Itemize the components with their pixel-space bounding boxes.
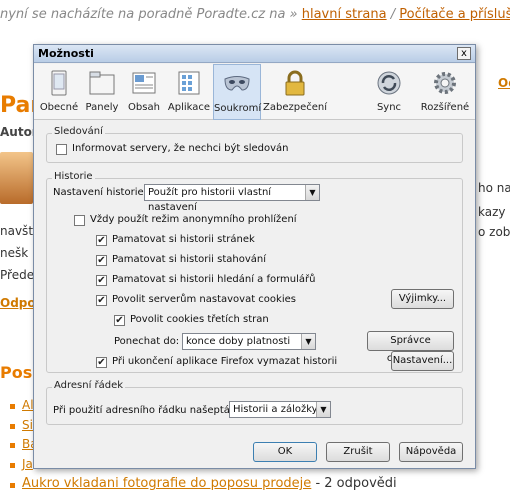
list-bullet xyxy=(10,404,15,409)
breadcrumb: nyní se nacházíte na poradně Poradte.cz … xyxy=(0,7,510,22)
body-text-2: nešk xyxy=(0,246,29,260)
keep-until-select[interactable]: konce doby platnosti ▼ xyxy=(182,333,316,350)
options-dialog: Možnosti x Obecné Panely Obsah Aplikace … xyxy=(33,44,476,469)
options-toolbar: Obecné Panely Obsah Aplikace Soukromí Za… xyxy=(34,64,475,120)
chevron-down-icon: ▼ xyxy=(305,185,319,200)
clear-on-close-label: Při ukončení aplikace Firefox vymazat hi… xyxy=(112,356,338,367)
privacy-mask-icon xyxy=(224,76,250,91)
suggest-value: Historii a záložky xyxy=(233,404,318,415)
history-setting-select[interactable]: Použít pro historii vlastní nastavení ▼ xyxy=(144,184,320,213)
list-bullet xyxy=(10,424,15,429)
right-link[interactable]: Od xyxy=(498,76,510,90)
avatar xyxy=(0,152,33,204)
tab-label: Aplikace xyxy=(167,102,211,113)
list-bullet xyxy=(10,483,15,488)
general-icon xyxy=(51,70,67,96)
ok-button[interactable]: OK xyxy=(253,442,317,462)
tracking-group-label: Sledování xyxy=(52,126,105,137)
history-settings-button[interactable]: Nastavení... xyxy=(391,351,454,371)
tab-tabs[interactable]: Panely xyxy=(81,64,123,120)
tab-applications[interactable]: Aplikace xyxy=(165,64,213,120)
remember-downloads-checkbox[interactable]: ✔ xyxy=(96,255,107,266)
list-bullet xyxy=(10,463,15,468)
tab-sync[interactable]: Sync xyxy=(367,64,411,120)
do-not-track-checkbox[interactable] xyxy=(56,144,67,155)
sync-icon xyxy=(377,71,401,95)
security-lock-icon xyxy=(285,70,305,96)
chevron-down-icon: ▼ xyxy=(316,402,330,417)
tab-general[interactable]: Obecné xyxy=(37,64,81,120)
tab-privacy[interactable]: Soukromí xyxy=(213,64,261,120)
advanced-gear-icon xyxy=(434,72,456,94)
private-mode-checkbox[interactable] xyxy=(74,215,85,226)
keep-until-label: Ponechat do: xyxy=(114,336,180,347)
tab-label: Sync xyxy=(376,102,402,113)
exceptions-button[interactable]: Výjimky... xyxy=(391,289,454,309)
tab-label: Obsah xyxy=(128,102,160,113)
body-text-3: Přede xyxy=(0,268,35,282)
tab-label: Rozšířené xyxy=(420,102,470,113)
breadcrumb-separator: / xyxy=(390,7,396,22)
list-item-link[interactable]: Ja xyxy=(22,457,33,471)
tab-label: Obecné xyxy=(39,102,79,113)
remember-search-label: Pamatovat si historii hledání a formulář… xyxy=(112,274,316,285)
tab-label: Panely xyxy=(85,102,119,113)
dialog-titlebar[interactable]: Možnosti x xyxy=(34,45,475,63)
accept-cookies-checkbox[interactable]: ✔ xyxy=(96,295,107,306)
remember-pages-checkbox[interactable]: ✔ xyxy=(96,235,107,246)
do-not-track-label: Informovat servery, že nechci být sledov… xyxy=(72,143,289,154)
breadcrumb-prefix: nyní se nacházíte na poradně Poradte.cz … xyxy=(0,7,298,22)
help-button[interactable]: Nápověda xyxy=(399,442,463,462)
tab-content[interactable]: Obsah xyxy=(123,64,165,120)
applications-icon xyxy=(178,71,200,95)
tabs-icon xyxy=(89,71,115,95)
cancel-button[interactable]: Zrušit xyxy=(326,442,390,462)
tab-label: Soukromí xyxy=(214,103,262,114)
third-party-cookies-label: Povolit cookies třetích stran xyxy=(130,314,269,325)
right-text-2: kazy xyxy=(478,205,506,219)
remember-pages-label: Pamatovat si historii stránek xyxy=(112,234,255,245)
list-item-link[interactable]: Si xyxy=(22,418,33,432)
suggest-select[interactable]: Historii a záložky ▼ xyxy=(229,401,331,418)
clear-on-close-checkbox[interactable]: ✔ xyxy=(96,357,107,368)
remember-downloads-label: Pamatovat si historii stahování xyxy=(112,254,267,265)
keep-until-value: konce doby platnosti xyxy=(186,336,291,347)
dialog-title: Možnosti xyxy=(38,47,94,60)
tab-security[interactable]: Zabezpečení xyxy=(261,64,329,120)
history-setting-label: Nastavení historie: xyxy=(53,187,148,198)
third-party-cookies-checkbox[interactable]: ✔ xyxy=(114,315,125,326)
list-item-link[interactable]: Al xyxy=(22,398,34,412)
cookie-manager-button[interactable]: Správce cookies... xyxy=(367,331,454,364)
history-group-label: Historie xyxy=(52,171,95,182)
accept-cookies-label: Povolit serverům nastavovat cookies xyxy=(112,294,296,305)
list-item: Aukro vkladani fotografie do poposu prod… xyxy=(22,476,397,491)
close-button[interactable]: x xyxy=(457,47,471,60)
suggest-label: Při použití adresního řádku našeptávat: xyxy=(53,405,250,416)
chevron-down-icon: ▼ xyxy=(301,334,315,349)
addressbar-group-label: Adresní řádek xyxy=(52,380,126,391)
remember-search-checkbox[interactable]: ✔ xyxy=(96,275,107,286)
list-bullet xyxy=(10,443,15,448)
breadcrumb-link-category[interactable]: Počítače a příslušen xyxy=(399,7,510,22)
list-item-link[interactable]: Aukro vkladani fotografie do poposu prod… xyxy=(22,476,311,491)
right-text-1: ho na xyxy=(478,181,510,195)
private-mode-label: Vždy použít režim anonymního prohlížení xyxy=(90,214,297,225)
right-text-3: o zobr xyxy=(478,225,510,239)
reply-count: - 2 odpovědi xyxy=(315,476,397,491)
tab-label: Zabezpečení xyxy=(263,102,327,113)
tab-advanced[interactable]: Rozšířené xyxy=(417,64,473,120)
content-icon xyxy=(132,72,156,94)
breadcrumb-link-home[interactable]: hlavní strana xyxy=(302,7,387,22)
